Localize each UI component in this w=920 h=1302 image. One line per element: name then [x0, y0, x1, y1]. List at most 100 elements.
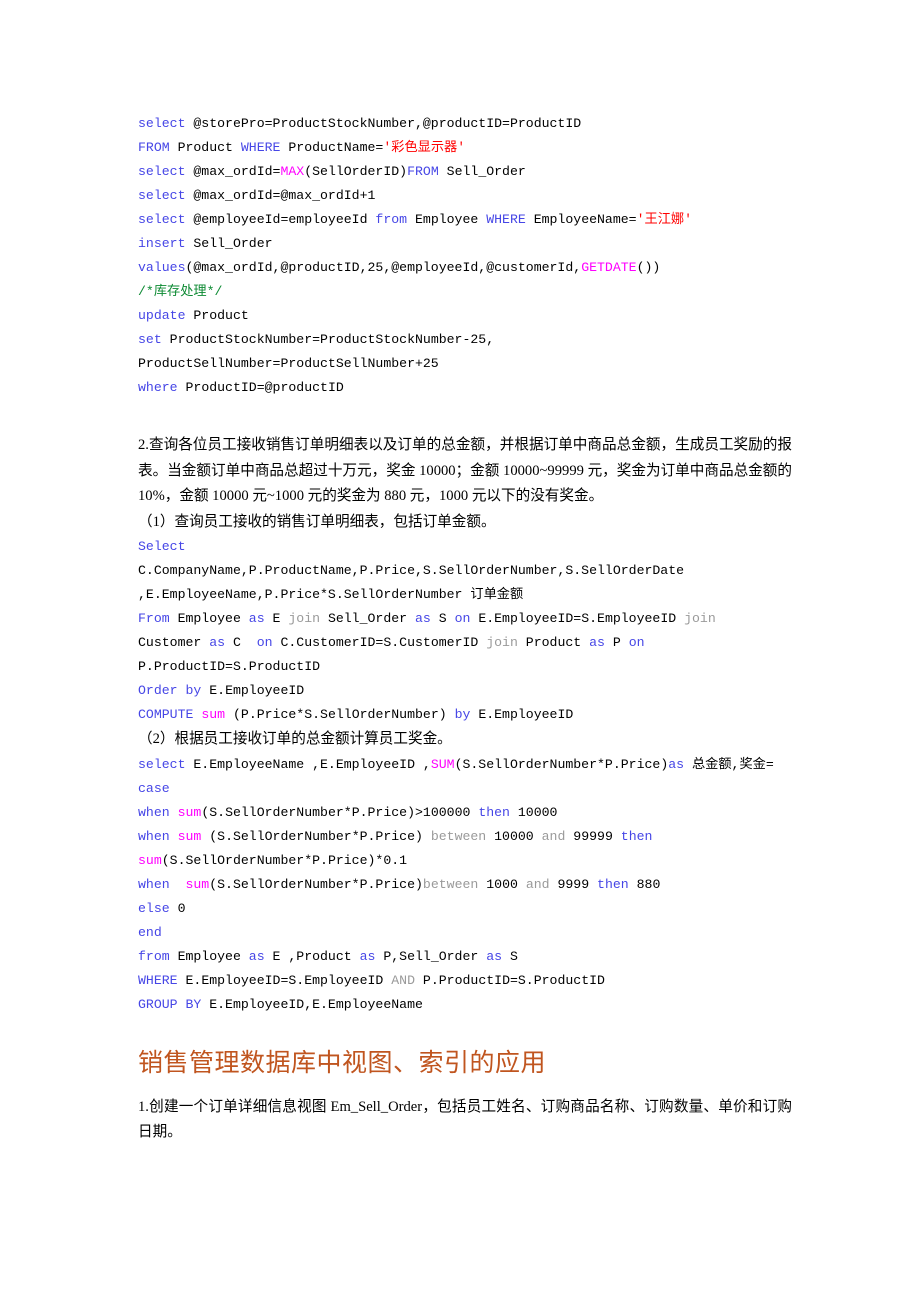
code-line: update Product — [138, 304, 792, 328]
code-token-pl: Product — [517, 635, 590, 650]
code-token-pl: Product — [169, 140, 241, 155]
code-line: /*库存处理*/ — [138, 280, 792, 304]
code-token-pl: @storePro=ProductStockNumber,@productID=… — [185, 116, 582, 131]
code-line: select @max_ordId=@max_ordId+1 — [138, 184, 792, 208]
code-token-pl: (S.SellOrderNumber*P.Price) — [454, 756, 669, 772]
code-token-pl: E.EmployeeID — [201, 683, 305, 698]
code-token-k: select — [138, 756, 186, 772]
code-line: when sum(S.SellOrderNumber*P.Price)>1000… — [138, 801, 792, 825]
code-token-kg: join — [486, 635, 518, 650]
code-token-fn: sum — [185, 876, 210, 892]
code-token-k: when — [138, 828, 170, 844]
code-token-fn: sum — [138, 852, 162, 868]
document-content: select @storePro=ProductStockNumber,@pro… — [138, 112, 792, 1146]
code-token-pl: 1000 — [478, 876, 526, 892]
code-token-pl: 总金额,奖金= — [684, 756, 774, 772]
code-token-k: as — [248, 948, 265, 964]
code-token-k: select — [138, 116, 186, 131]
code-token-pl: Sell_Order — [320, 611, 415, 626]
code-token-pl: @max_ordId= — [185, 164, 281, 179]
sql-code-block-2: Select C.CompanyName,P.ProductName,P.Pric… — [138, 535, 792, 727]
code-token-pl: C — [225, 635, 257, 650]
code-token-pl: 99999 — [565, 828, 621, 844]
code-token-pl: 10000 — [509, 804, 558, 820]
code-line: ProductSellNumber=ProductSellNumber+25 — [138, 352, 792, 376]
code-token-kg: between — [422, 876, 479, 892]
code-token-k: WHERE — [240, 140, 281, 155]
code-token-pl: E.EmployeeID=S.EmployeeID — [470, 611, 685, 626]
code-token-k: end — [138, 924, 162, 940]
code-token-k: as — [668, 756, 685, 772]
code-token-pl: P.ProductID=S.ProductID — [138, 659, 321, 674]
code-token-k: else — [138, 900, 170, 916]
code-token-pl: (SellOrderID) — [304, 164, 408, 179]
code-token-pl: E.EmployeeID=S.EmployeeID — [177, 972, 392, 988]
sql-code-block-1: select @storePro=ProductStockNumber,@pro… — [138, 112, 792, 400]
code-token-pl: ProductSellNumber=ProductSellNumber+25 — [138, 356, 439, 371]
code-line: else 0 — [138, 897, 792, 921]
code-line: select @storePro=ProductStockNumber,@pro… — [138, 112, 792, 136]
code-line: From Employee as E join Sell_Order as S … — [138, 607, 792, 631]
code-token-pl: (S.SellOrderNumber*P.Price)>100000 — [201, 804, 479, 820]
code-line: C.CompanyName,P.ProductName,P.Price,S.Se… — [138, 559, 792, 583]
code-token-k: as — [359, 948, 376, 964]
code-token-pl: P — [604, 635, 629, 650]
code-line: select E.EmployeeName ,E.EmployeeID ,SUM… — [138, 753, 792, 777]
code-token-k: as — [248, 611, 265, 626]
code-token-k: insert — [138, 236, 186, 251]
code-token-pl: ,E.EmployeeName,P.Price*S.SellOrderNumbe… — [138, 587, 524, 602]
code-token-k: select — [138, 188, 186, 203]
code-token-k: by — [454, 707, 471, 722]
code-token-pl: Customer — [138, 635, 210, 650]
code-token-k: on — [454, 611, 471, 626]
code-token-k: FROM — [407, 164, 439, 179]
code-token-pl: C.CustomerID=S.CustomerID — [272, 635, 487, 650]
code-token-k: as — [209, 635, 226, 650]
code-token-kg: join — [288, 611, 321, 626]
code-token-k: on — [256, 635, 273, 650]
code-token-k: from — [138, 948, 170, 964]
code-token-pl: E.EmployeeID — [470, 707, 574, 722]
code-line: WHERE E.EmployeeID=S.EmployeeID AND P.Pr… — [138, 969, 792, 993]
code-token-k: Select — [138, 539, 186, 554]
paragraph-question-2: 2.查询各位员工接收销售订单明细表以及订单的总金额，并根据订单中商品总金额，生成… — [138, 437, 792, 504]
code-token-pl: (S.SellOrderNumber*P.Price) — [201, 828, 431, 844]
code-line: Select — [138, 535, 792, 559]
section-heading-wrapper: 销售管理数据库中视图、索引的应用 — [138, 1047, 792, 1081]
document-page: select @storePro=ProductStockNumber,@pro… — [0, 0, 920, 1302]
code-token-k: by — [185, 683, 202, 698]
code-token-fn: sum — [177, 804, 202, 820]
code-token-k: on — [628, 635, 645, 650]
code-token-pl: E — [264, 611, 289, 626]
code-line: when sum (S.SellOrderNumber*P.Price) bet… — [138, 825, 792, 849]
code-token-k: then — [478, 804, 510, 820]
code-token-pl: 9999 — [549, 876, 598, 892]
code-token-pl: Sell_Order — [438, 164, 526, 179]
code-token-kg: join — [684, 611, 716, 626]
code-token-k: as — [486, 948, 503, 964]
code-token-k: then — [597, 876, 629, 892]
code-token-pl: (S.SellOrderNumber*P.Price) — [209, 876, 423, 892]
code-token-k: FROM — [138, 140, 170, 155]
code-line: select @employeeId=employeeId from Emplo… — [138, 208, 792, 232]
code-line: Customer as C on C.CustomerID=S.Customer… — [138, 631, 792, 655]
code-token-cm: /*库存处理*/ — [138, 284, 223, 299]
code-token-k: as — [589, 635, 605, 650]
code-token-pl: Product — [185, 308, 249, 323]
code-token-kg: between — [430, 828, 487, 844]
code-token-pl: S — [502, 948, 518, 964]
code-token-st: '彩色显示器' — [383, 140, 466, 155]
code-token-k: where — [138, 380, 178, 395]
code-line: when sum(S.SellOrderNumber*P.Price)betwe… — [138, 873, 792, 897]
code-token-pl: E.EmployeeName ,E.EmployeeID , — [185, 756, 431, 772]
code-token-k: values — [138, 260, 186, 275]
code-token-pl: P,Sell_Order — [375, 948, 487, 964]
code-token-st: '王江娜' — [636, 212, 692, 227]
code-token-fn: sum — [201, 707, 226, 722]
code-token-pl: EmployeeName= — [525, 212, 637, 227]
code-line: FROM Product WHERE ProductName='彩色显示器' — [138, 136, 792, 160]
code-token-pl: C.CompanyName,P.ProductName,P.Price,S.Se… — [138, 563, 685, 578]
